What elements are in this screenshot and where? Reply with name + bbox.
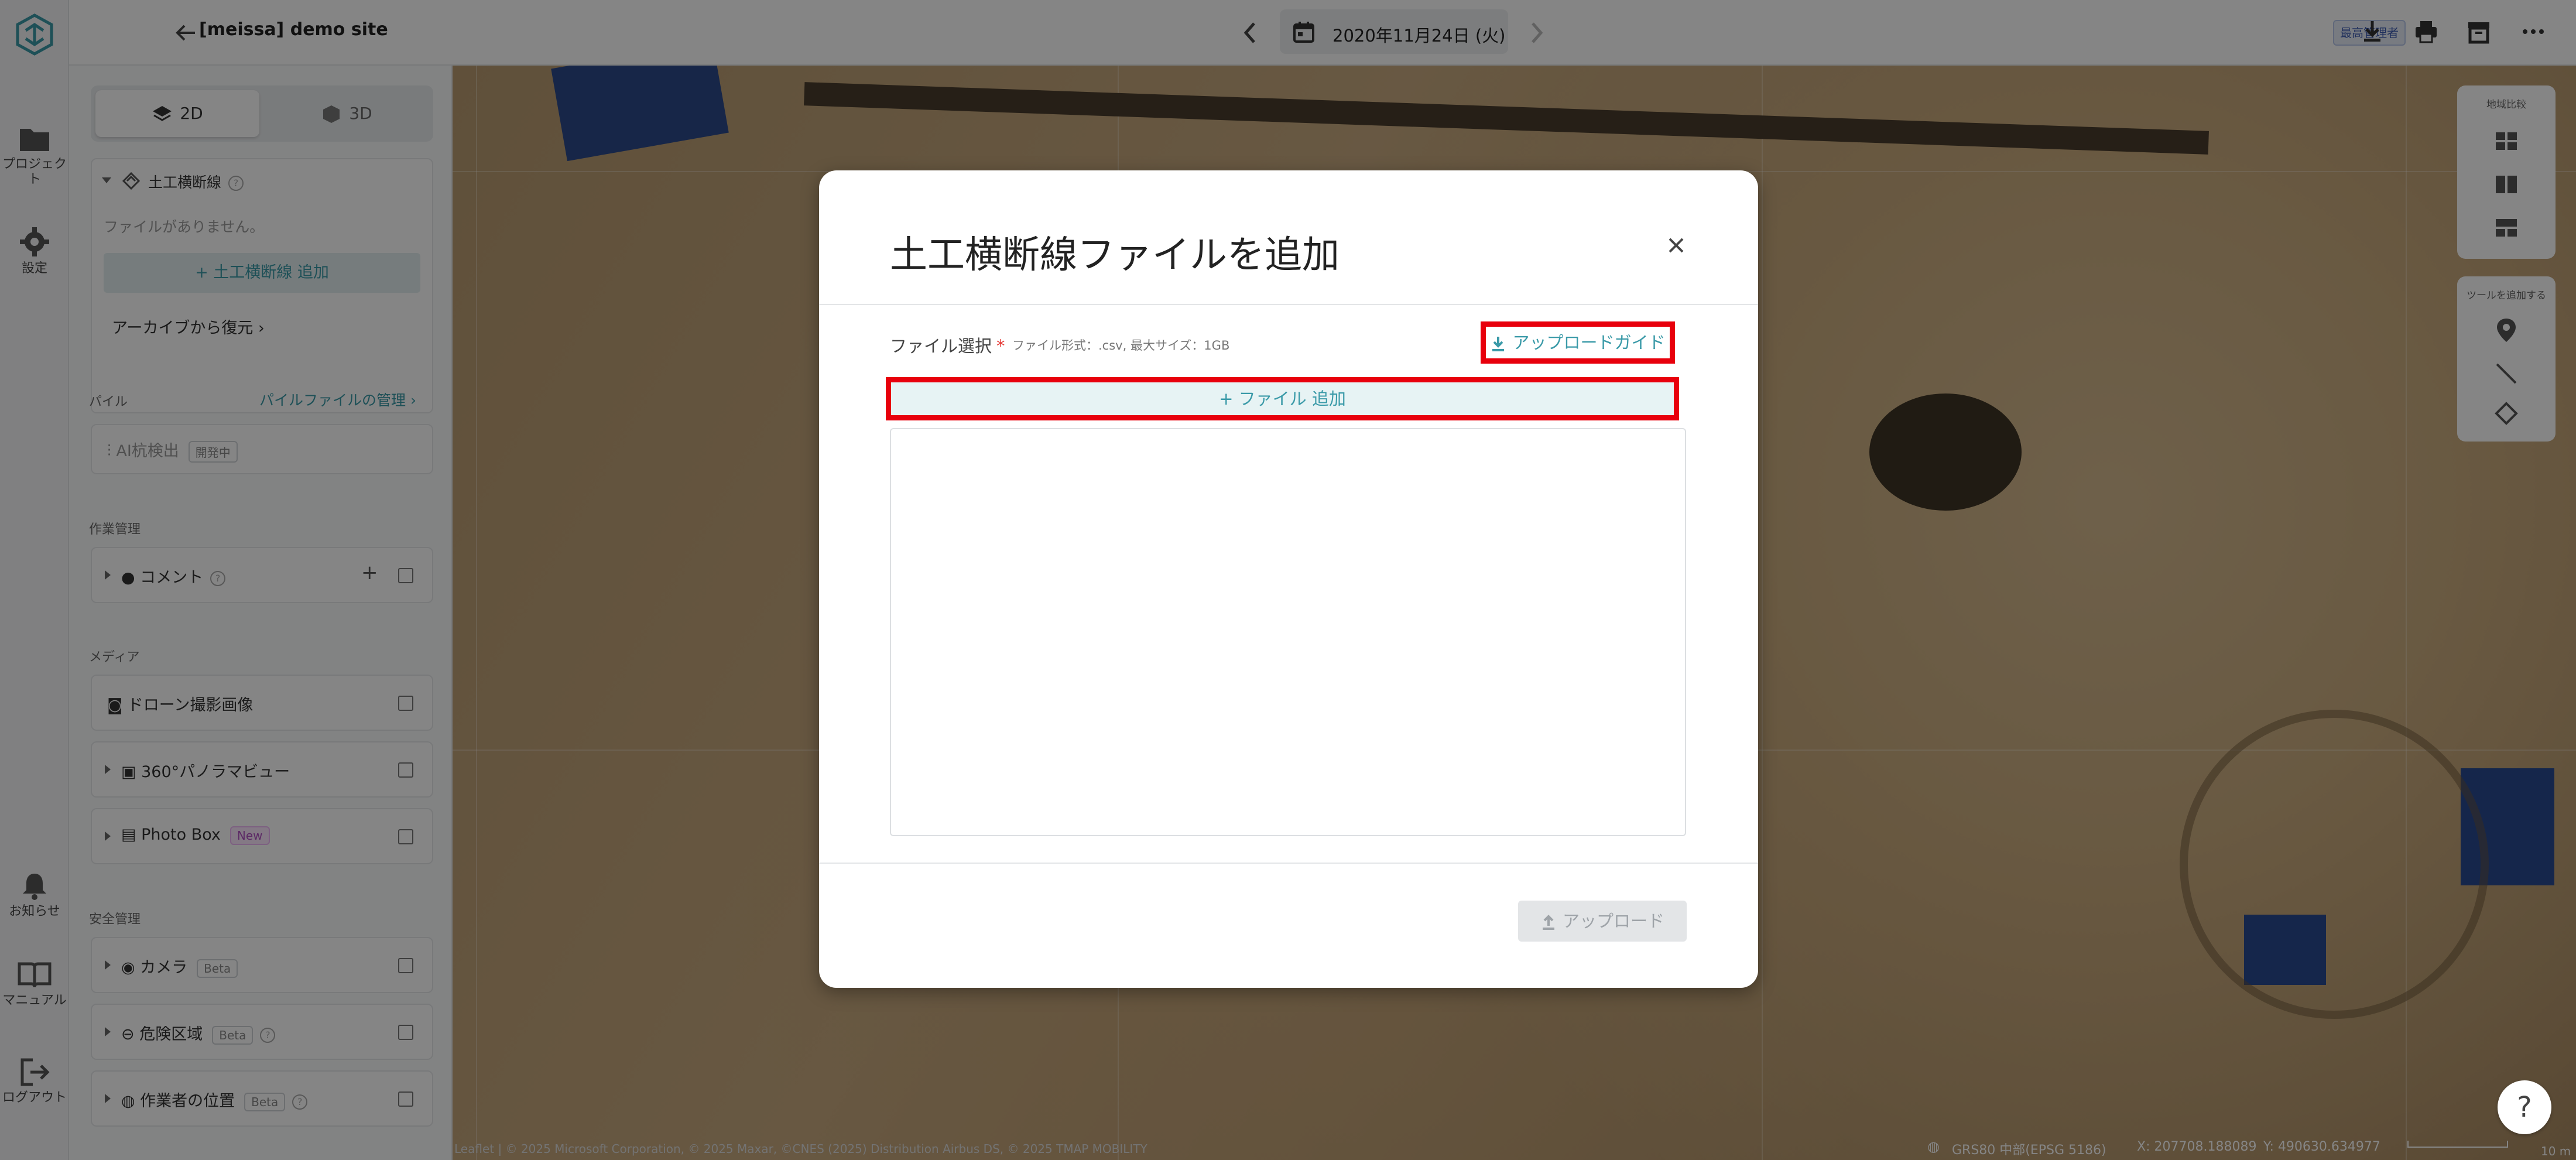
close-icon[interactable]: [1663, 232, 1690, 259]
upload-guide-label: アップロードガイド: [1512, 333, 1666, 353]
file-select-text: ファイル選択: [890, 336, 992, 356]
upload-guide-button[interactable]: アップロードガイド: [1481, 321, 1675, 364]
upload-icon: [1542, 915, 1554, 930]
required-mark: *: [996, 336, 1005, 356]
modal-title: 土工横断線ファイルを追加: [890, 234, 1340, 277]
help-button[interactable]: ?: [2498, 1080, 2551, 1134]
upload-label: アップロード: [1562, 911, 1664, 931]
add-file-modal: 土工横断線ファイルを追加 ファイル選択 * ファイル形式：.csv, 最大サイズ：…: [819, 170, 1758, 988]
file-select-label: ファイル選択 *: [890, 333, 1005, 357]
modal-footer-divider: [819, 863, 1758, 864]
file-format-hint: ファイル形式：.csv, 最大サイズ：1GB: [1012, 338, 1230, 353]
upload-button[interactable]: アップロード: [1518, 901, 1687, 942]
file-drop-area[interactable]: [890, 428, 1686, 836]
add-file-button[interactable]: + ファイル 追加: [886, 377, 1679, 420]
download-icon: [1492, 337, 1505, 351]
modal-header-divider: [819, 304, 1758, 305]
